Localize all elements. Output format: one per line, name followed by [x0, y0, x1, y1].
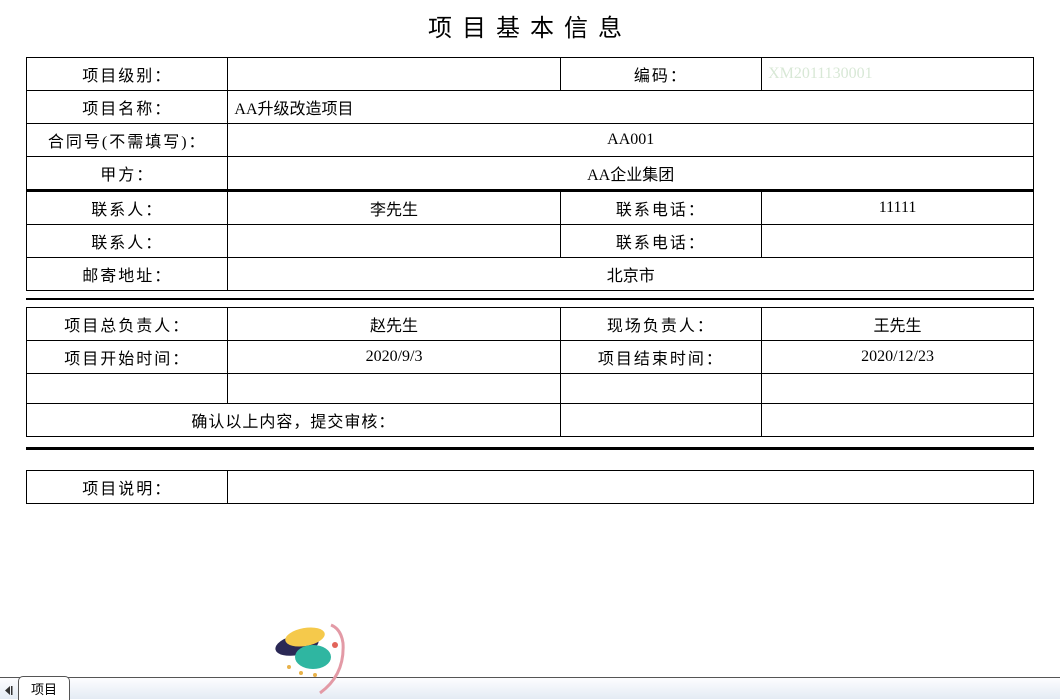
value-enddate[interactable]: 2020/12/23 [762, 341, 1034, 374]
value-startdate[interactable]: 2020/9/3 [228, 341, 560, 374]
thick-divider [26, 447, 1034, 450]
value-code[interactable]: XM2011130001 [762, 58, 1034, 91]
value-phone1[interactable]: 11111 [762, 191, 1034, 225]
confirm-prompt: 确认以上内容，提交审核： [27, 404, 561, 437]
value-contact1[interactable]: 李先生 [228, 191, 560, 225]
sheet-tab-project[interactable]: 项目 [18, 676, 70, 700]
value-address[interactable]: 北京市 [228, 258, 1034, 291]
label-contact2: 联系人： [27, 225, 228, 258]
value-contact2[interactable] [228, 225, 560, 258]
label-phone2: 联系电话： [560, 225, 761, 258]
label-sitelead: 现场负责人： [560, 308, 761, 341]
value-pm[interactable]: 赵先生 [228, 308, 560, 341]
label-startdate: 项目开始时间： [27, 341, 228, 374]
project-info-table: 项目级别： 编码： XM2011130001 项目名称： AA升级改造项目 合同… [26, 57, 1034, 190]
sheet-nav[interactable] [0, 681, 16, 699]
label-partyA: 甲方： [27, 157, 228, 190]
label-contact1: 联系人： [27, 191, 228, 225]
label-contract: 合同号(不需填写)： [27, 124, 228, 157]
value-contract: AA001 [228, 124, 1034, 157]
value-phone2[interactable] [762, 225, 1034, 258]
blank-cell [560, 374, 761, 404]
leads-table: 项目总负责人： 赵先生 现场负责人： 王先生 项目开始时间： 2020/9/3 … [26, 307, 1034, 437]
label-name: 项目名称： [27, 91, 228, 124]
contacts-table: 联系人： 李先生 联系电话： 11111 联系人： 联系电话： 邮寄地址： 北京… [26, 190, 1034, 291]
blank-cell [762, 374, 1034, 404]
label-pm: 项目总负责人： [27, 308, 228, 341]
nav-last-icon[interactable] [2, 681, 14, 699]
label-code: 编码： [560, 58, 761, 91]
submit-button[interactable] [560, 404, 761, 437]
label-address: 邮寄地址： [27, 258, 228, 291]
decorative-doodle [265, 615, 395, 695]
label-level: 项目级别： [27, 58, 228, 91]
divider [26, 298, 1034, 300]
label-enddate: 项目结束时间： [560, 341, 761, 374]
page-title: 项目基本信息 [26, 0, 1034, 57]
blank-cell [762, 404, 1034, 437]
blank-cell [228, 374, 560, 404]
value-name[interactable]: AA升级改造项目 [228, 91, 1034, 124]
value-partyA[interactable]: AA企业集团 [228, 157, 1034, 190]
label-phone1: 联系电话： [560, 191, 761, 225]
sheet-tab-bar: 项目 [0, 677, 1060, 699]
value-sitelead[interactable]: 王先生 [762, 308, 1034, 341]
value-level[interactable] [228, 58, 560, 91]
label-description: 项目说明： [27, 471, 228, 504]
value-description[interactable] [228, 471, 1034, 504]
blank-cell [27, 374, 228, 404]
description-table: 项目说明： [26, 470, 1034, 504]
